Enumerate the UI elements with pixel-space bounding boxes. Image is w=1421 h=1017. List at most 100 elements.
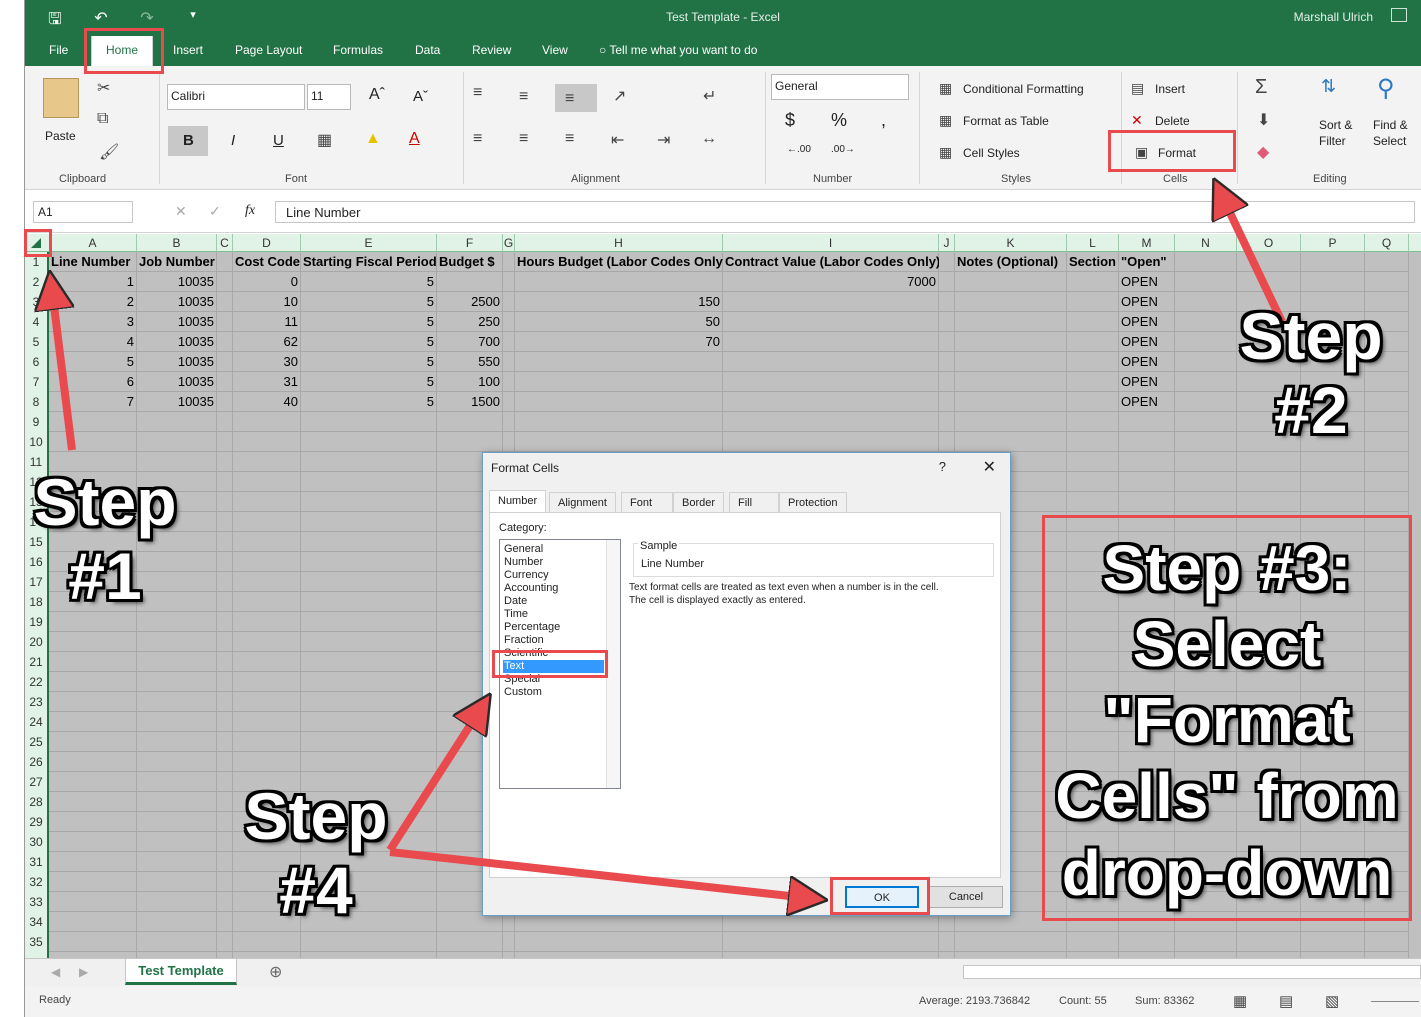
data-cell[interactable]: 30 xyxy=(233,352,301,372)
decrease-decimal-icon[interactable]: .00→ xyxy=(831,144,855,155)
percent-button[interactable]: % xyxy=(831,110,847,131)
data-cell[interactable] xyxy=(515,372,723,392)
tab-fill[interactable]: Fill xyxy=(729,492,779,512)
row-header[interactable]: 13 xyxy=(25,492,47,512)
column-header[interactable]: J xyxy=(939,234,955,252)
row-header[interactable]: 19 xyxy=(25,612,47,632)
zoom-slider[interactable] xyxy=(1371,1001,1419,1002)
data-cell[interactable]: 700 xyxy=(437,332,503,352)
data-cell[interactable]: 10035 xyxy=(137,312,217,332)
grow-font-icon[interactable]: Aˆ xyxy=(369,86,385,104)
column-header[interactable]: N xyxy=(1175,234,1237,252)
row-header[interactable]: 21 xyxy=(25,652,47,672)
new-sheet-icon[interactable]: ⊕ xyxy=(269,962,282,982)
data-cell[interactable]: OPEN xyxy=(1119,272,1175,292)
font-size-dropdown[interactable]: 11 xyxy=(307,84,351,110)
data-cell[interactable] xyxy=(515,272,723,292)
tab-file[interactable]: File xyxy=(49,43,68,57)
fill-icon[interactable]: ⬇ xyxy=(1257,110,1270,130)
row-header[interactable]: 34 xyxy=(25,912,47,932)
column-header[interactable]: L xyxy=(1067,234,1119,252)
row-header[interactable]: 17 xyxy=(25,572,47,592)
conditional-formatting-button[interactable]: Conditional Formatting xyxy=(963,82,1084,96)
insert-button[interactable]: Insert xyxy=(1155,82,1185,96)
format-button[interactable]: Format xyxy=(1158,146,1196,160)
tab-view[interactable]: View xyxy=(542,43,568,57)
data-cell[interactable]: 10035 xyxy=(137,332,217,352)
tab-review[interactable]: Review xyxy=(472,43,511,57)
tab-protection[interactable]: Protection xyxy=(779,492,847,512)
wrap-text-icon[interactable]: ↵ xyxy=(703,86,716,106)
horizontal-scrollbar[interactable] xyxy=(963,965,1421,979)
decrease-indent-icon[interactable]: ⇤ xyxy=(611,130,624,150)
column-header[interactable]: Q xyxy=(1365,234,1409,252)
row-header[interactable]: 33 xyxy=(25,892,47,912)
column-header[interactable]: A xyxy=(49,234,137,252)
row-header[interactable]: 29 xyxy=(25,812,47,832)
tab-border[interactable]: Border xyxy=(673,492,725,512)
enter-entry-icon[interactable]: ✓ xyxy=(209,203,221,220)
data-cell[interactable]: 50 xyxy=(515,312,723,332)
row-header[interactable]: 2 xyxy=(25,272,47,292)
data-cell[interactable]: OPEN xyxy=(1119,392,1175,412)
user-name[interactable]: Marshall Ulrich xyxy=(1294,10,1373,24)
data-cell[interactable]: 10035 xyxy=(137,292,217,312)
data-cell[interactable]: 5 xyxy=(301,372,437,392)
fill-color-icon[interactable]: ▲ xyxy=(365,130,381,148)
tab-alignment[interactable]: Alignment xyxy=(549,492,616,512)
category-item[interactable]: Accounting xyxy=(503,582,604,595)
number-format-dropdown[interactable]: General xyxy=(771,74,909,100)
row-header[interactable]: 4 xyxy=(25,312,47,332)
page-break-view-icon[interactable]: ▧ xyxy=(1325,992,1339,1010)
sort-filter-button[interactable]: Sort & xyxy=(1319,118,1352,132)
data-cell[interactable]: 40 xyxy=(233,392,301,412)
header-cell[interactable]: "Open" xyxy=(1119,252,1175,272)
row-header[interactable]: 23 xyxy=(25,692,47,712)
increase-indent-icon[interactable]: ⇥ xyxy=(657,130,670,150)
data-cell[interactable]: 11 xyxy=(233,312,301,332)
page-layout-view-icon[interactable]: ▤ xyxy=(1279,992,1293,1010)
data-cell[interactable]: 5 xyxy=(49,352,137,372)
column-header[interactable]: F xyxy=(437,234,503,252)
align-bottom-icon[interactable]: ≡ xyxy=(565,90,574,108)
row-header[interactable]: 24 xyxy=(25,712,47,732)
row-header[interactable]: 11 xyxy=(25,452,47,472)
comma-button[interactable]: , xyxy=(881,110,886,131)
data-cell[interactable]: 62 xyxy=(233,332,301,352)
category-item[interactable]: General xyxy=(503,543,604,556)
data-cell[interactable]: 1 xyxy=(49,272,137,292)
data-cell[interactable]: 4 xyxy=(49,332,137,352)
data-cell[interactable]: OPEN xyxy=(1119,332,1175,352)
header-cell[interactable]: Starting Fiscal Period xyxy=(301,252,437,272)
data-cell[interactable] xyxy=(723,292,939,312)
data-cell[interactable]: 250 xyxy=(437,312,503,332)
category-list[interactable]: General Number Currency Accounting Date Time P… xyxy=(499,539,621,789)
row-header[interactable]: 12 xyxy=(25,472,47,492)
category-scrollbar[interactable] xyxy=(606,540,620,788)
data-cell[interactable]: 150 xyxy=(515,292,723,312)
column-header[interactable]: C xyxy=(217,234,233,252)
category-item[interactable]: Scientific xyxy=(503,647,604,660)
data-cell[interactable] xyxy=(723,332,939,352)
data-cell[interactable]: 3 xyxy=(49,312,137,332)
data-cell[interactable] xyxy=(723,312,939,332)
data-cell[interactable] xyxy=(723,352,939,372)
row-header[interactable]: 10 xyxy=(25,432,47,452)
formula-input[interactable]: Line Number xyxy=(275,201,1415,223)
data-cell[interactable]: 2 xyxy=(49,292,137,312)
data-cell[interactable]: 550 xyxy=(437,352,503,372)
column-header[interactable]: K xyxy=(955,234,1067,252)
header-cell[interactable]: Contract Value (Labor Codes Only) xyxy=(723,252,939,272)
data-cell[interactable] xyxy=(515,392,723,412)
sort-filter-button-line2[interactable]: Filter xyxy=(1319,134,1346,148)
category-item[interactable]: Number xyxy=(503,556,604,569)
data-cell[interactable] xyxy=(723,372,939,392)
row-header[interactable]: 30 xyxy=(25,832,47,852)
shrink-font-icon[interactable]: Aˇ xyxy=(413,88,428,105)
header-cell[interactable]: Job Number xyxy=(137,252,217,272)
orientation-icon[interactable]: ↗ xyxy=(613,86,626,106)
align-top-icon[interactable]: ≡ xyxy=(473,84,482,102)
data-cell[interactable] xyxy=(515,352,723,372)
column-header[interactable]: M xyxy=(1119,234,1175,252)
data-cell[interactable]: 100 xyxy=(437,372,503,392)
